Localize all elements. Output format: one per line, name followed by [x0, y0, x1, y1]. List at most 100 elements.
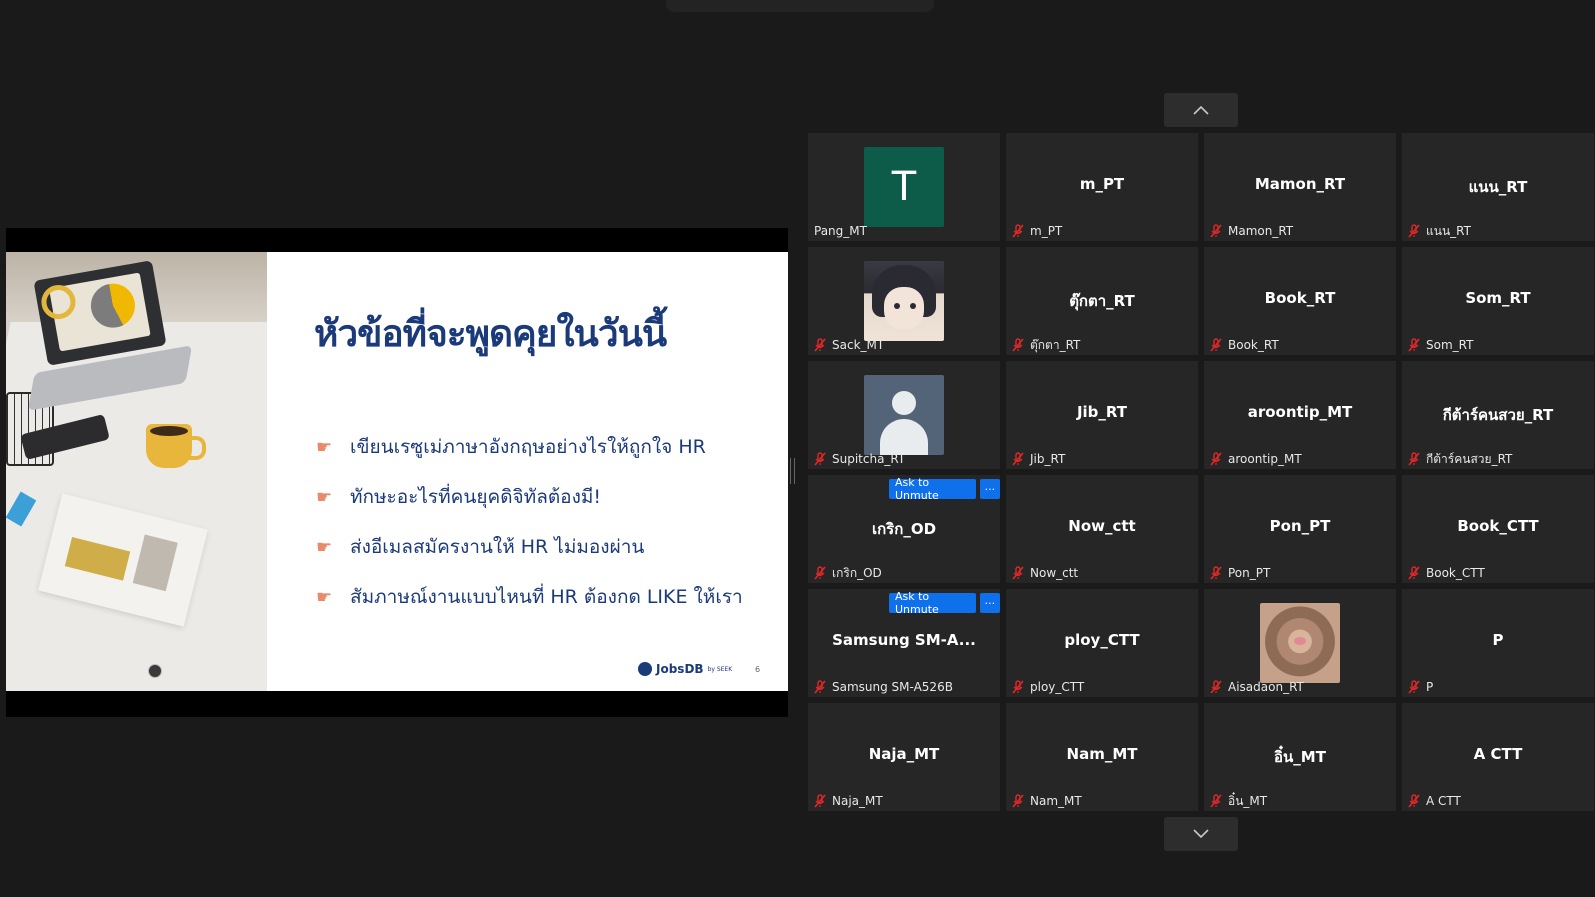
more-options-button[interactable]: ···: [979, 593, 1000, 613]
participant-tile[interactable]: เกริก_OD Ask to Unmute ··· เกริก_OD: [808, 475, 1000, 583]
participant-tile[interactable]: A CTT A CTT: [1402, 703, 1594, 811]
shared-screen: หัวข้อที่จะพูดคุยในวันนี้ ☛ เขียนเรซูเม่…: [6, 228, 788, 717]
participant-tile[interactable]: Nam_MT Nam_MT: [1006, 703, 1198, 811]
slide-control-icon[interactable]: [148, 664, 162, 678]
more-options-button[interactable]: ···: [979, 479, 1000, 499]
participant-tile[interactable]: Naja_MT Naja_MT: [808, 703, 1000, 811]
muted-mic-icon: [1012, 794, 1024, 808]
participant-display-name: Pon_PT: [1269, 517, 1331, 535]
gallery-prev-button[interactable]: [1164, 93, 1238, 127]
participant-label-text: ploy_CTT: [1030, 680, 1085, 694]
participant-display-name: Book_RT: [1264, 289, 1336, 307]
participant-tile[interactable]: ตุ๊กตา_RT ตุ๊กตา_RT: [1006, 247, 1198, 355]
participant-label-text: Jib_RT: [1030, 452, 1066, 466]
participant-display-name: Book_CTT: [1457, 517, 1539, 535]
slide-photo: [6, 252, 267, 691]
participant-label-text: เกริก_OD: [832, 565, 882, 580]
participant-name-label: เกริก_OD: [814, 565, 882, 581]
participant-display-name: m_PT: [1079, 175, 1125, 193]
top-toolbar-handle[interactable]: [666, 0, 934, 12]
jobsdb-logo: JobsDB by SEEK: [638, 662, 732, 676]
participant-label-text: แนน_RT: [1426, 223, 1471, 238]
muted-mic-icon: [1012, 566, 1024, 580]
participant-display-name: A CTT: [1473, 745, 1523, 763]
participant-name-label: Naja_MT: [814, 793, 883, 809]
muted-mic-icon: [1012, 338, 1024, 352]
participant-label-text: Pang_MT: [814, 224, 867, 238]
participant-tile[interactable]: Pon_PT Pon_PT: [1204, 475, 1396, 583]
slide-bullet: ☛ สัมภาษณ์งานแบบไหนที่ HR ต้องกด LIKE ให…: [316, 582, 743, 612]
participant-name-label: Som_RT: [1408, 337, 1473, 353]
participant-display-name: Now_ctt: [1068, 517, 1136, 535]
slide-bullet: ☛ ทักษะอะไรที่คนยุคดิจิทัลต้องมี!: [316, 482, 601, 512]
muted-mic-icon: [814, 794, 826, 808]
participant-tile[interactable]: Mamon_RT Mamon_RT: [1204, 133, 1396, 241]
participant-label-text: กีต้าร์คนสวย_RT: [1426, 451, 1513, 466]
participant-tile[interactable]: ploy_CTT ploy_CTT: [1006, 589, 1198, 697]
muted-mic-icon: [1210, 224, 1222, 238]
pointing-hand-icon: ☛: [316, 586, 333, 608]
participant-tile[interactable]: Now_ctt Now_ctt: [1006, 475, 1198, 583]
participant-tile[interactable]: อิ๋น_MT อิ๋น_MT: [1204, 703, 1396, 811]
presentation-slide: หัวข้อที่จะพูดคุยในวันนี้ ☛ เขียนเรซูเม่…: [6, 252, 788, 691]
participant-display-name: แนน_RT: [1468, 178, 1528, 196]
participant-display-name: aroontip_MT: [1247, 403, 1353, 421]
participant-tile[interactable]: Sack_MT: [808, 247, 1000, 355]
participant-name-label: Book_RT: [1210, 337, 1279, 353]
pointing-hand-icon: ☛: [316, 536, 333, 558]
participant-label-text: aroontip_MT: [1228, 452, 1302, 466]
participant-name-label: m_PT: [1012, 223, 1062, 239]
participant-label-text: Book_RT: [1228, 338, 1279, 352]
chevron-down-icon: [1193, 829, 1209, 839]
muted-mic-icon: [1012, 680, 1024, 694]
muted-mic-icon: [1012, 224, 1024, 238]
participant-tile[interactable]: กีต้าร์คนสวย_RT กีต้าร์คนสวย_RT: [1402, 361, 1594, 469]
participant-tile[interactable]: Som_RT Som_RT: [1402, 247, 1594, 355]
participant-tile[interactable]: Jib_RT Jib_RT: [1006, 361, 1198, 469]
participant-display-name: ตุ๊กตา_RT: [1069, 292, 1135, 310]
participant-tile[interactable]: แนน_RT แนน_RT: [1402, 133, 1594, 241]
participant-name-label: P: [1408, 679, 1433, 695]
pointing-hand-icon: ☛: [316, 436, 333, 458]
participant-name-label: แนน_RT: [1408, 223, 1471, 239]
participant-tile[interactable]: Supitcha_RT: [808, 361, 1000, 469]
participant-name-label: Mamon_RT: [1210, 223, 1293, 239]
ask-to-unmute-button[interactable]: Ask to Unmute: [889, 476, 976, 502]
participant-tile[interactable]: Aisadaon_RT: [1204, 589, 1396, 697]
participant-label-text: Sack_MT: [832, 338, 885, 352]
participant-name-label: กีต้าร์คนสวย_RT: [1408, 451, 1512, 467]
participant-display-name: เกริก_OD: [871, 520, 937, 538]
participant-display-name: Naja_MT: [868, 745, 940, 763]
participant-name-label: A CTT: [1408, 793, 1461, 809]
participant-label-text: Nam_MT: [1030, 794, 1082, 808]
participant-tile[interactable]: T Pang_MT: [808, 133, 1000, 241]
unmute-controls: Ask to Unmute ···: [889, 590, 1000, 616]
participant-tile[interactable]: PP: [1402, 589, 1594, 697]
bullet-text: เขียนเรซูเม่ภาษาอังกฤษอย่างไรให้ถูกใจ HR: [350, 436, 706, 458]
participant-name-label: Now_ctt: [1012, 565, 1078, 581]
participant-name-label: Book_CTT: [1408, 565, 1485, 581]
avatar: T: [864, 147, 944, 227]
participant-tile[interactable]: Book_CTT Book_CTT: [1402, 475, 1594, 583]
ask-to-unmute-button[interactable]: Ask to Unmute: [889, 590, 976, 616]
muted-mic-icon: [1210, 338, 1222, 352]
avatar: [864, 261, 944, 341]
participant-tile[interactable]: Samsung SM-A... Ask to Unmute ··· Samsung S…: [808, 589, 1000, 697]
participant-tile[interactable]: aroontip_MT aroontip_MT: [1204, 361, 1396, 469]
muted-mic-icon: [1408, 794, 1420, 808]
unmute-controls: Ask to Unmute ···: [889, 476, 1000, 502]
muted-mic-icon: [1210, 680, 1222, 694]
logo-subtext: by SEEK: [707, 665, 733, 673]
view-splitter-handle[interactable]: [790, 458, 795, 484]
muted-mic-icon: [1210, 794, 1222, 808]
participant-tile[interactable]: Book_RT Book_RT: [1204, 247, 1396, 355]
participant-tile[interactable]: m_PT m_PT: [1006, 133, 1198, 241]
muted-mic-icon: [814, 566, 826, 580]
gallery-next-button[interactable]: [1164, 817, 1238, 851]
muted-mic-icon: [814, 452, 826, 466]
jobsdb-logo-icon: [638, 662, 652, 676]
pointing-hand-icon: ☛: [316, 486, 333, 508]
participant-label-text: Samsung SM-A526B: [832, 680, 953, 694]
slide-page-number: 6: [755, 665, 761, 674]
muted-mic-icon: [1408, 452, 1420, 466]
